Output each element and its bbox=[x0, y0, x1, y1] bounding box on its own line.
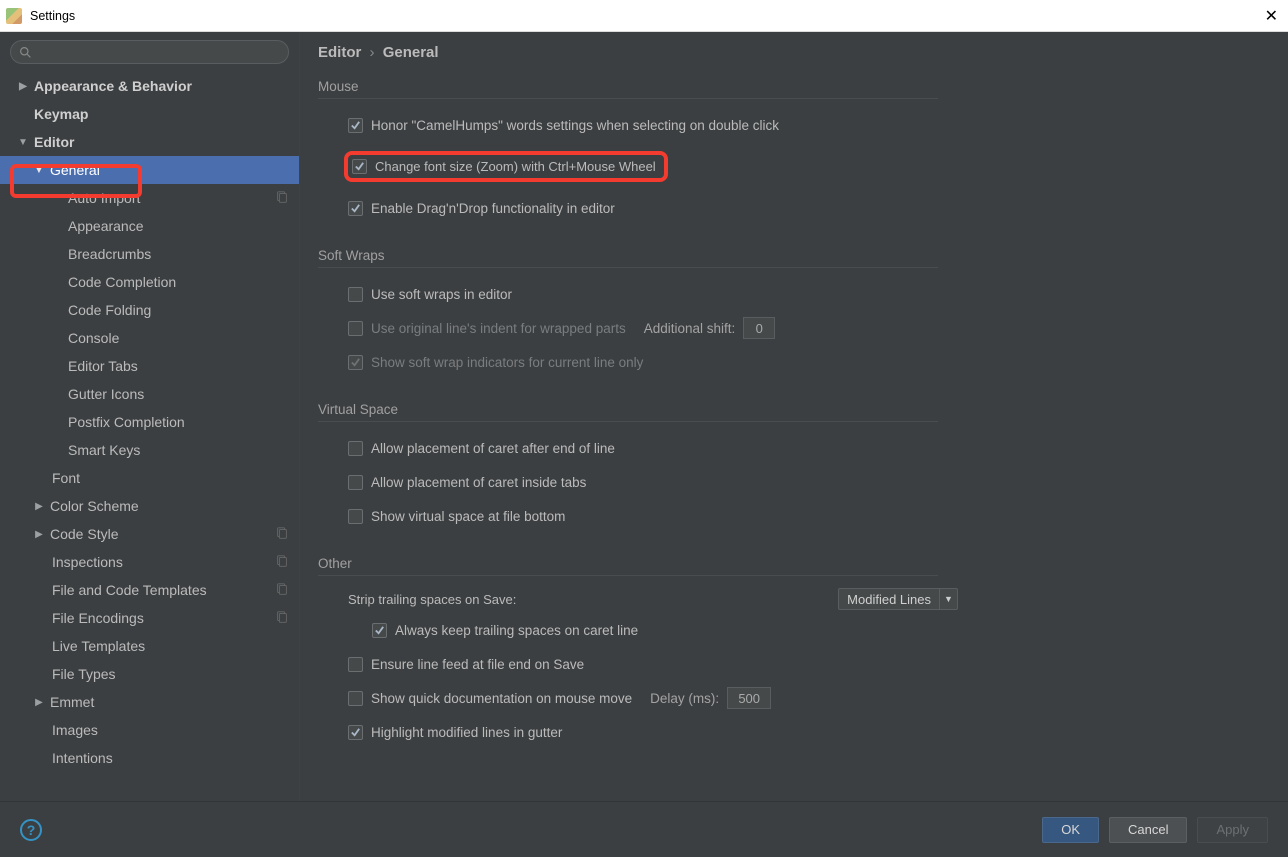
apply-button[interactable]: Apply bbox=[1197, 817, 1268, 843]
label-zoom: Change font size (Zoom) with Ctrl+Mouse … bbox=[375, 159, 656, 174]
app-icon bbox=[6, 8, 22, 24]
section-other: Other Strip trailing spaces on Save: Mod… bbox=[318, 556, 1262, 746]
tree-auto-import[interactable]: Auto Import bbox=[0, 184, 299, 212]
label-delay: Delay (ms): bbox=[650, 691, 719, 706]
checkbox-orig-indent bbox=[348, 321, 363, 336]
checkbox-zoom[interactable] bbox=[352, 159, 367, 174]
section-title-mouse: Mouse bbox=[318, 79, 938, 99]
copy-icon bbox=[275, 526, 289, 543]
row-virtual-bottom[interactable]: Show virtual space at file bottom bbox=[348, 502, 1262, 530]
tree-appearance[interactable]: Appearance bbox=[0, 212, 299, 240]
content-panel: Editor › General Mouse Honor "CamelHumps… bbox=[300, 32, 1288, 801]
tree-images[interactable]: Images bbox=[0, 716, 299, 744]
row-highlight-mod[interactable]: Highlight modified lines in gutter bbox=[348, 718, 1262, 746]
input-delay-ms[interactable] bbox=[727, 687, 771, 709]
tree-code-style[interactable]: ▶Code Style bbox=[0, 520, 299, 548]
copy-icon bbox=[275, 610, 289, 627]
checkbox-highlight-mod[interactable] bbox=[348, 725, 363, 740]
row-caret-tabs[interactable]: Allow placement of caret inside tabs bbox=[348, 468, 1262, 496]
label-strip-trailing: Strip trailing spaces on Save: bbox=[348, 592, 516, 607]
tree-general[interactable]: ▼General bbox=[0, 156, 299, 184]
copy-icon bbox=[275, 582, 289, 599]
label-additional-shift: Additional shift: bbox=[644, 321, 736, 336]
row-dragdrop[interactable]: Enable Drag'n'Drop functionality in edit… bbox=[348, 194, 1262, 222]
search-input-wrap[interactable] bbox=[10, 40, 289, 64]
tree-intentions[interactable]: Intentions bbox=[0, 744, 299, 772]
checkbox-quick-doc[interactable] bbox=[348, 691, 363, 706]
highlight-zoom-option: Change font size (Zoom) with Ctrl+Mouse … bbox=[344, 151, 668, 182]
tree-emmet[interactable]: ▶Emmet bbox=[0, 688, 299, 716]
checkbox-dragdrop[interactable] bbox=[348, 201, 363, 216]
tree-live-templates[interactable]: Live Templates bbox=[0, 632, 299, 660]
row-use-soft-wraps[interactable]: Use soft wraps in editor bbox=[348, 280, 1262, 308]
tree-font[interactable]: Font bbox=[0, 464, 299, 492]
row-honor-camelhumps[interactable]: Honor "CamelHumps" words settings when s… bbox=[348, 111, 1262, 139]
settings-tree[interactable]: ▶Appearance & Behavior Keymap ▼Editor ▼G… bbox=[0, 70, 299, 801]
row-always-keep[interactable]: Always keep trailing spaces on caret lin… bbox=[372, 616, 1262, 644]
tree-keymap[interactable]: Keymap bbox=[0, 100, 299, 128]
tree-smart-keys[interactable]: Smart Keys bbox=[0, 436, 299, 464]
checkbox-caret-eol[interactable] bbox=[348, 441, 363, 456]
section-title-other: Other bbox=[318, 556, 938, 576]
breadcrumb-general: General bbox=[383, 44, 439, 61]
row-show-indicators: Show soft wrap indicators for current li… bbox=[348, 348, 1262, 376]
breadcrumb: Editor › General bbox=[318, 44, 1262, 61]
tree-editor-tabs[interactable]: Editor Tabs bbox=[0, 352, 299, 380]
search-icon bbox=[19, 46, 32, 59]
breadcrumb-editor[interactable]: Editor bbox=[318, 44, 361, 61]
select-strip-trailing[interactable]: Modified Lines ▼ bbox=[838, 588, 958, 610]
tree-breadcrumbs[interactable]: Breadcrumbs bbox=[0, 240, 299, 268]
tree-appearance-behavior[interactable]: ▶Appearance & Behavior bbox=[0, 72, 299, 100]
ok-button[interactable]: OK bbox=[1042, 817, 1099, 843]
checkbox-honor-camelhumps[interactable] bbox=[348, 118, 363, 133]
tree-color-scheme[interactable]: ▶Color Scheme bbox=[0, 492, 299, 520]
row-quick-doc[interactable]: Show quick documentation on mouse move D… bbox=[348, 684, 1262, 712]
checkbox-show-indicators bbox=[348, 355, 363, 370]
tree-postfix-completion[interactable]: Postfix Completion bbox=[0, 408, 299, 436]
copy-icon bbox=[275, 190, 289, 207]
sidebar: ▶Appearance & Behavior Keymap ▼Editor ▼G… bbox=[0, 32, 300, 801]
help-icon[interactable]: ? bbox=[20, 819, 42, 841]
checkbox-ensure-lf[interactable] bbox=[348, 657, 363, 672]
breadcrumb-sep-icon: › bbox=[370, 44, 375, 61]
section-title-softwraps: Soft Wraps bbox=[318, 248, 938, 268]
cancel-button[interactable]: Cancel bbox=[1109, 817, 1187, 843]
checkbox-always-keep[interactable] bbox=[372, 623, 387, 638]
search-input[interactable] bbox=[36, 45, 280, 60]
row-strip-trailing: Strip trailing spaces on Save: Modified … bbox=[348, 588, 958, 610]
input-additional-shift[interactable] bbox=[743, 317, 775, 339]
checkbox-use-soft-wraps[interactable] bbox=[348, 287, 363, 302]
row-orig-indent: Use original line's indent for wrapped p… bbox=[348, 314, 1262, 342]
row-ensure-lf[interactable]: Ensure line feed at file end on Save bbox=[348, 650, 1262, 678]
checkbox-caret-tabs[interactable] bbox=[348, 475, 363, 490]
tree-inspections[interactable]: Inspections bbox=[0, 548, 299, 576]
section-soft-wraps: Soft Wraps Use soft wraps in editor Use … bbox=[318, 248, 1262, 376]
row-caret-eol[interactable]: Allow placement of caret after end of li… bbox=[348, 434, 1262, 462]
close-icon[interactable]: ✕ bbox=[1261, 6, 1282, 26]
section-mouse: Mouse Honor "CamelHumps" words settings … bbox=[318, 79, 1262, 222]
window-title: Settings bbox=[30, 9, 75, 23]
tree-code-folding[interactable]: Code Folding bbox=[0, 296, 299, 324]
checkbox-virtual-bottom[interactable] bbox=[348, 509, 363, 524]
chevron-down-icon[interactable]: ▼ bbox=[939, 589, 957, 609]
section-virtual-space: Virtual Space Allow placement of caret a… bbox=[318, 402, 1262, 530]
tree-code-completion[interactable]: Code Completion bbox=[0, 268, 299, 296]
tree-file-code-templates[interactable]: File and Code Templates bbox=[0, 576, 299, 604]
tree-console[interactable]: Console bbox=[0, 324, 299, 352]
tree-gutter-icons[interactable]: Gutter Icons bbox=[0, 380, 299, 408]
tree-editor[interactable]: ▼Editor bbox=[0, 128, 299, 156]
titlebar: Settings ✕ bbox=[0, 0, 1288, 32]
tree-file-types[interactable]: File Types bbox=[0, 660, 299, 688]
dialog-footer: ? OK Cancel Apply bbox=[0, 801, 1288, 857]
tree-file-encodings[interactable]: File Encodings bbox=[0, 604, 299, 632]
section-title-virtual-space: Virtual Space bbox=[318, 402, 938, 422]
copy-icon bbox=[275, 554, 289, 571]
